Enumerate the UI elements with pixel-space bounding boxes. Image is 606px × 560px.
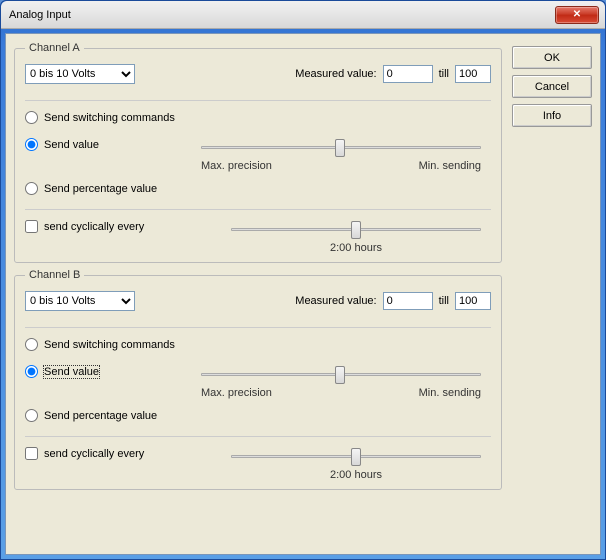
send-switching-label: Send switching commands xyxy=(44,112,175,124)
client-area: Channel A 0 bis 10 Volts Measured value:… xyxy=(5,33,601,555)
info-button[interactable]: Info xyxy=(512,104,592,127)
channel-b-send-percentage-row: Send percentage value xyxy=(25,409,491,422)
channel-b-group: Channel B 0 bis 10 Volts Measured value:… xyxy=(14,269,502,490)
max-precision-label: Max. precision xyxy=(201,387,272,399)
channel-b-send-switching-row: Send switching commands xyxy=(25,338,491,351)
cancel-button[interactable]: Cancel xyxy=(512,75,592,98)
channel-b-send-value-radio[interactable] xyxy=(25,365,38,378)
cyclic-label: send cyclically every xyxy=(44,448,144,460)
channel-a-send-value-row: Send value Max. precision Min. sending xyxy=(25,138,491,172)
till-label: till xyxy=(439,295,449,307)
channel-b-cyclic-value: 2:00 hours xyxy=(231,469,481,481)
send-value-label: Send value xyxy=(44,139,99,151)
channel-b-cyclic-row: send cyclically every 2:00 hours xyxy=(25,447,491,481)
send-percentage-label: Send percentage value xyxy=(44,410,157,422)
window-title: Analog Input xyxy=(9,9,555,21)
titlebar: Analog Input ✕ xyxy=(1,1,605,29)
channel-a-precision-slider-wrap: Max. precision Min. sending xyxy=(201,138,481,172)
send-value-label: Send value xyxy=(44,366,99,378)
slider-thumb[interactable] xyxy=(335,366,345,384)
channel-a-send-percentage-radio[interactable] xyxy=(25,182,38,195)
channel-b-top-row: 0 bis 10 Volts Measured value: till xyxy=(25,291,491,311)
min-sending-label: Min. sending xyxy=(419,160,481,172)
main-column: Channel A 0 bis 10 Volts Measured value:… xyxy=(14,42,502,546)
window: Analog Input ✕ Channel A 0 bis 10 Volts … xyxy=(0,0,606,560)
slider-thumb[interactable] xyxy=(351,448,361,466)
close-button[interactable]: ✕ xyxy=(555,6,599,24)
channel-a-cyclic-checkbox[interactable] xyxy=(25,220,38,233)
max-precision-label: Max. precision xyxy=(201,160,272,172)
channel-a-range-select[interactable]: 0 bis 10 Volts xyxy=(25,64,135,84)
channel-a-measured-from[interactable] xyxy=(383,65,433,83)
measured-value-label: Measured value: xyxy=(295,295,376,307)
send-percentage-label: Send percentage value xyxy=(44,183,157,195)
channel-b-measured-from[interactable] xyxy=(383,292,433,310)
divider xyxy=(25,209,491,210)
channel-a-cyclic-slider-wrap: 2:00 hours xyxy=(231,220,481,254)
channel-b-cyclic-slider-wrap: 2:00 hours xyxy=(231,447,481,481)
channel-a-send-percentage-row: Send percentage value xyxy=(25,182,491,195)
channel-a-measured-to[interactable] xyxy=(455,65,491,83)
channel-b-send-percentage-radio[interactable] xyxy=(25,409,38,422)
slider-thumb[interactable] xyxy=(335,139,345,157)
channel-a-cyclic-row: send cyclically every 2:00 hours xyxy=(25,220,491,254)
channel-a-send-switching-row: Send switching commands xyxy=(25,111,491,124)
divider xyxy=(25,100,491,101)
channel-a-send-switching-radio[interactable] xyxy=(25,111,38,124)
channel-a-precision-slider[interactable] xyxy=(201,138,481,158)
channel-b-range-select[interactable]: 0 bis 10 Volts xyxy=(25,291,135,311)
send-switching-label: Send switching commands xyxy=(44,339,175,351)
channel-a-legend: Channel A xyxy=(25,42,84,54)
channel-b-send-switching-radio[interactable] xyxy=(25,338,38,351)
channel-a-cyclic-slider[interactable] xyxy=(231,220,481,240)
measured-value-label: Measured value: xyxy=(295,68,376,80)
till-label: till xyxy=(439,68,449,80)
slider-thumb[interactable] xyxy=(351,221,361,239)
channel-b-precision-slider-wrap: Max. precision Min. sending xyxy=(201,365,481,399)
side-column: OK Cancel Info xyxy=(512,42,592,546)
channel-b-precision-slider[interactable] xyxy=(201,365,481,385)
cyclic-label: send cyclically every xyxy=(44,221,144,233)
channel-a-top-row: 0 bis 10 Volts Measured value: till xyxy=(25,64,491,84)
channel-b-legend: Channel B xyxy=(25,269,84,281)
channel-a-cyclic-value: 2:00 hours xyxy=(231,242,481,254)
divider xyxy=(25,436,491,437)
channel-b-cyclic-slider[interactable] xyxy=(231,447,481,467)
divider xyxy=(25,327,491,328)
min-sending-label: Min. sending xyxy=(419,387,481,399)
channel-b-send-value-row: Send value Max. precision Min. sending xyxy=(25,365,491,399)
channel-a-group: Channel A 0 bis 10 Volts Measured value:… xyxy=(14,42,502,263)
channel-b-cyclic-checkbox[interactable] xyxy=(25,447,38,460)
close-icon: ✕ xyxy=(573,9,581,20)
channel-b-measured-to[interactable] xyxy=(455,292,491,310)
ok-button[interactable]: OK xyxy=(512,46,592,69)
channel-a-send-value-radio[interactable] xyxy=(25,138,38,151)
